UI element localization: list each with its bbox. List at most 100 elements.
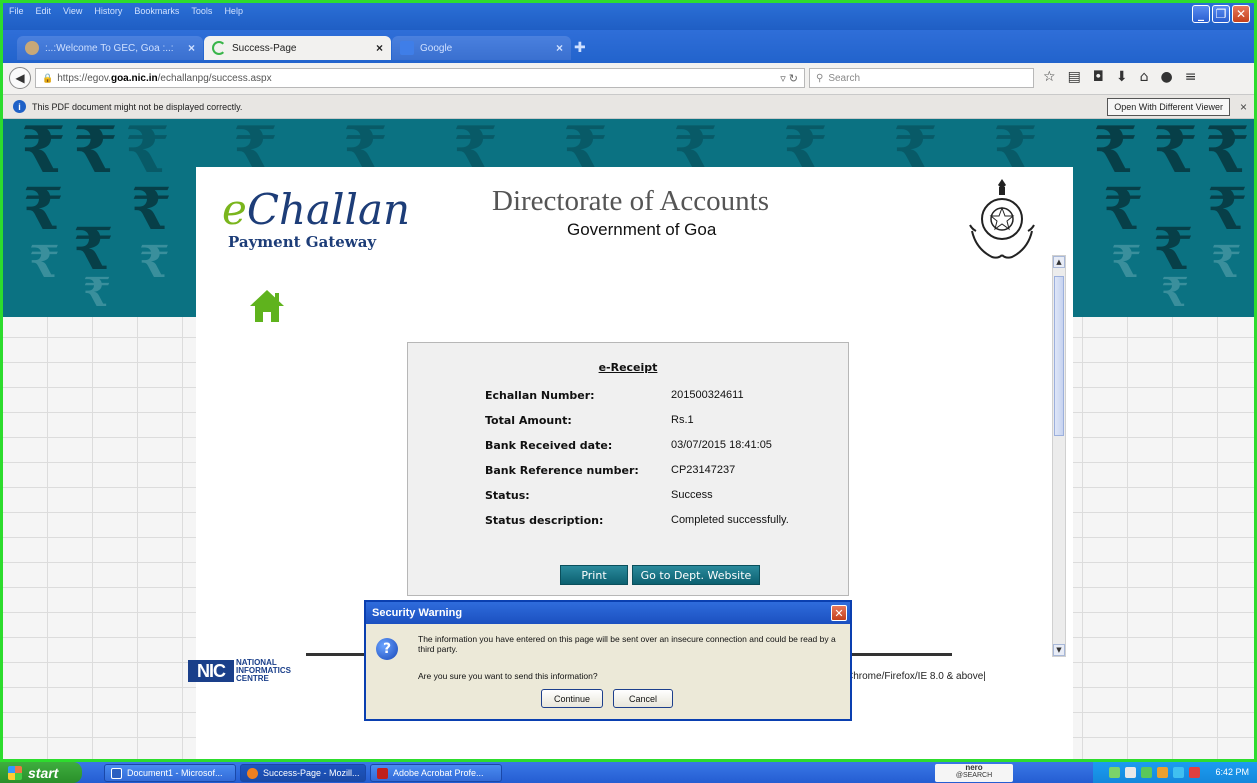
page-title: Directorate of Accounts bbox=[492, 185, 770, 217]
menu-icon[interactable]: ≡ bbox=[1185, 69, 1197, 85]
close-tab-icon[interactable]: × bbox=[376, 41, 383, 55]
tab-label: Success-Page bbox=[232, 42, 297, 54]
bookmark-star-icon[interactable]: ☆ bbox=[1043, 69, 1056, 85]
continue-button[interactable]: Continue bbox=[541, 689, 603, 708]
receipt-title: e-Receipt bbox=[598, 361, 658, 374]
scroll-up-icon[interactable]: ▲ bbox=[1053, 256, 1065, 268]
system-tray: 6:42 PM bbox=[1093, 762, 1257, 783]
row-value: Completed successfully. bbox=[671, 514, 789, 526]
tray-app-icon[interactable] bbox=[1173, 767, 1184, 778]
task-firefox[interactable]: Success-Page - Mozill... bbox=[240, 764, 366, 782]
rupee-icon: ₹ bbox=[1161, 269, 1189, 316]
lock-icon: 🔒 bbox=[42, 72, 54, 83]
menu-view[interactable]: View bbox=[63, 6, 82, 16]
firefox-icon bbox=[247, 767, 258, 779]
menu-file[interactable]: File bbox=[9, 6, 24, 16]
goa-emblem-icon bbox=[969, 179, 1035, 259]
row-label: Total Amount: bbox=[485, 414, 572, 427]
row-label: Echallan Number: bbox=[485, 389, 595, 402]
tray-app-icon[interactable] bbox=[1157, 767, 1168, 778]
back-button[interactable]: ◀ bbox=[9, 67, 31, 89]
task-word[interactable]: Document1 - Microsof... bbox=[104, 764, 236, 782]
security-tray-icon[interactable] bbox=[1141, 767, 1152, 778]
open-different-viewer-button[interactable]: Open With Different Viewer bbox=[1107, 98, 1230, 116]
site-favicon-icon bbox=[25, 41, 39, 55]
start-label: start bbox=[28, 764, 59, 781]
menu-tools[interactable]: Tools bbox=[191, 6, 212, 16]
menu-bookmarks[interactable]: Bookmarks bbox=[134, 6, 179, 16]
home-icon[interactable] bbox=[248, 287, 286, 325]
reload-icon[interactable]: ▿ ↻ bbox=[780, 72, 798, 85]
google-favicon-icon bbox=[400, 41, 414, 55]
tab-strip: :..:Welcome To GEC, Goa :..: × Success-P… bbox=[3, 30, 1254, 63]
dialog-close-button[interactable]: ✕ bbox=[831, 605, 847, 621]
vertical-scrollbar[interactable]: ▲ ▼ bbox=[1052, 255, 1066, 657]
scroll-down-icon[interactable]: ▼ bbox=[1053, 644, 1065, 656]
row-value: 201500324611 bbox=[671, 389, 744, 401]
menu-bar: File Edit View History Bookmarks Tools H… bbox=[3, 3, 1254, 30]
row-label: Bank Received date: bbox=[485, 439, 613, 452]
rupee-icon: ₹ bbox=[1103, 175, 1144, 243]
navigation-bar: ◀ 🔒 https://egov. goa.nic.in/echallanpg/s… bbox=[3, 63, 1254, 95]
quicktime-icon[interactable] bbox=[1125, 767, 1136, 778]
tray-app-icon[interactable] bbox=[1189, 767, 1200, 778]
tab-google[interactable]: Google × bbox=[392, 36, 571, 60]
acrobat-icon bbox=[377, 767, 388, 779]
close-tab-icon[interactable]: × bbox=[188, 41, 195, 55]
security-warning-dialog: Security Warning ✕ ? The information you… bbox=[364, 600, 852, 721]
nic-logo: NIC NATIONAL INFORMATICS CENTRE bbox=[188, 659, 291, 683]
windows-taskbar: start Document1 - Microsof... Success-Pa… bbox=[0, 762, 1257, 783]
url-prefix: https://egov. bbox=[57, 72, 111, 84]
tab-label: Google bbox=[420, 42, 453, 54]
minimize-button[interactable]: _ bbox=[1192, 5, 1210, 23]
reading-list-icon[interactable]: ▤ bbox=[1068, 69, 1081, 85]
question-icon: ? bbox=[376, 638, 398, 660]
nic-logo-box: NIC bbox=[188, 660, 234, 682]
menu-help[interactable]: Help bbox=[224, 6, 243, 16]
url-domain: goa.nic.in bbox=[110, 72, 158, 84]
nero-search[interactable]: nero @SEARCH bbox=[935, 764, 1013, 782]
notification-message: This PDF document might not be displayed… bbox=[32, 101, 243, 112]
search-input[interactable]: ⚲ Search bbox=[809, 68, 1034, 88]
rupee-icon: ₹ bbox=[1111, 237, 1142, 288]
task-acrobat[interactable]: Adobe Acrobat Profe... bbox=[370, 764, 502, 782]
rupee-icon: ₹ bbox=[83, 269, 111, 316]
info-icon: i bbox=[13, 100, 26, 113]
print-button[interactable]: Print bbox=[560, 565, 628, 585]
rupee-icon: ₹ bbox=[1211, 237, 1242, 288]
echallan-logo: eChallan bbox=[222, 185, 411, 234]
close-tab-icon[interactable]: × bbox=[556, 41, 563, 55]
row-label: Status description: bbox=[485, 514, 604, 527]
menu-edit[interactable]: Edit bbox=[36, 6, 52, 16]
dialog-title: Security Warning bbox=[366, 602, 850, 624]
pocket-icon[interactable]: ◘ bbox=[1093, 69, 1104, 85]
clock: 6:42 PM bbox=[1215, 767, 1249, 777]
tab-success-page[interactable]: Success-Page × bbox=[204, 36, 391, 60]
network-icon[interactable] bbox=[1109, 767, 1120, 778]
home-toolbar-icon[interactable]: ⌂ bbox=[1140, 69, 1149, 85]
close-notification-icon[interactable]: × bbox=[1240, 100, 1247, 114]
rupee-icon: ₹ bbox=[73, 119, 118, 188]
row-value: Rs.1 bbox=[671, 414, 694, 426]
windows-flag-icon bbox=[8, 765, 22, 780]
word-icon bbox=[111, 767, 122, 779]
scroll-thumb[interactable] bbox=[1054, 276, 1064, 436]
chat-icon[interactable]: ● bbox=[1161, 69, 1173, 85]
receipt-row: Total Amount: Rs.1 bbox=[485, 414, 845, 427]
menu-history[interactable]: History bbox=[94, 6, 122, 16]
receipt-row: Status: Success bbox=[485, 489, 845, 502]
dept-website-button[interactable]: Go to Dept. Website bbox=[632, 565, 760, 585]
restore-button[interactable]: ❐ bbox=[1212, 5, 1230, 23]
start-button[interactable]: start bbox=[0, 762, 82, 783]
rupee-icon: ₹ bbox=[29, 237, 60, 288]
cancel-button[interactable]: Cancel bbox=[613, 689, 673, 708]
download-icon[interactable]: ⬇ bbox=[1116, 69, 1128, 85]
tab-gec[interactable]: :..:Welcome To GEC, Goa :..: × bbox=[17, 36, 203, 60]
url-bar[interactable]: 🔒 https://egov. goa.nic.in/echallanpg/suc… bbox=[35, 68, 805, 88]
rupee-icon: ₹ bbox=[139, 237, 170, 288]
receipt-row: Echallan Number: 201500324611 bbox=[485, 389, 845, 402]
loading-icon bbox=[212, 41, 226, 55]
toolbar-icons: ☆ ▤ ◘ ⬇ ⌂ ● ≡ bbox=[1043, 69, 1196, 85]
close-window-button[interactable]: ✕ bbox=[1232, 5, 1250, 23]
new-tab-icon[interactable]: ✚ bbox=[574, 40, 586, 56]
